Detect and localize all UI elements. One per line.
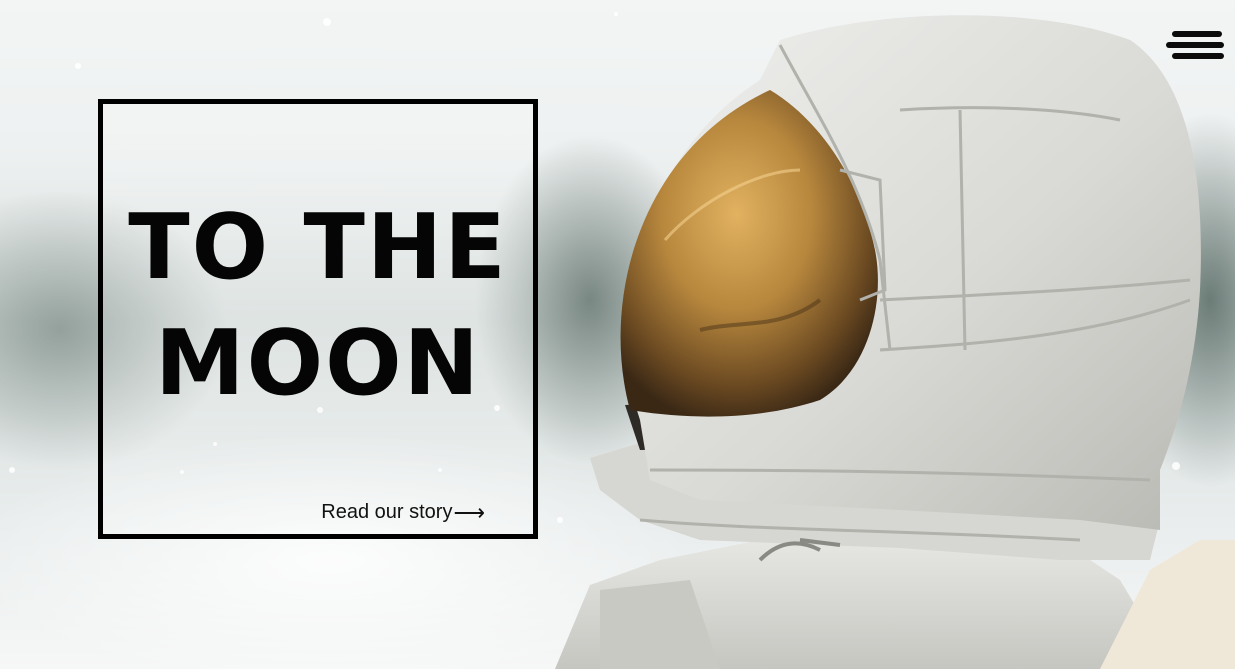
hero-title: TO THE MOON — [103, 190, 533, 422]
hero-title-line-2: MOON — [155, 311, 481, 416]
hamburger-menu-button[interactable] — [1164, 28, 1228, 64]
read-story-link[interactable]: Read our story ⟶ — [321, 501, 485, 524]
hero-title-card: TO THE MOON Read our story ⟶ — [98, 99, 538, 539]
read-story-label: Read our story — [321, 501, 453, 523]
hero-title-line-1: TO THE — [128, 195, 508, 300]
hamburger-menu-icon-bar — [1172, 53, 1224, 59]
hamburger-menu-icon-bar — [1166, 42, 1224, 48]
hamburger-menu-icon — [1172, 31, 1222, 37]
arrow-right-icon: ⟶ — [453, 499, 485, 525]
